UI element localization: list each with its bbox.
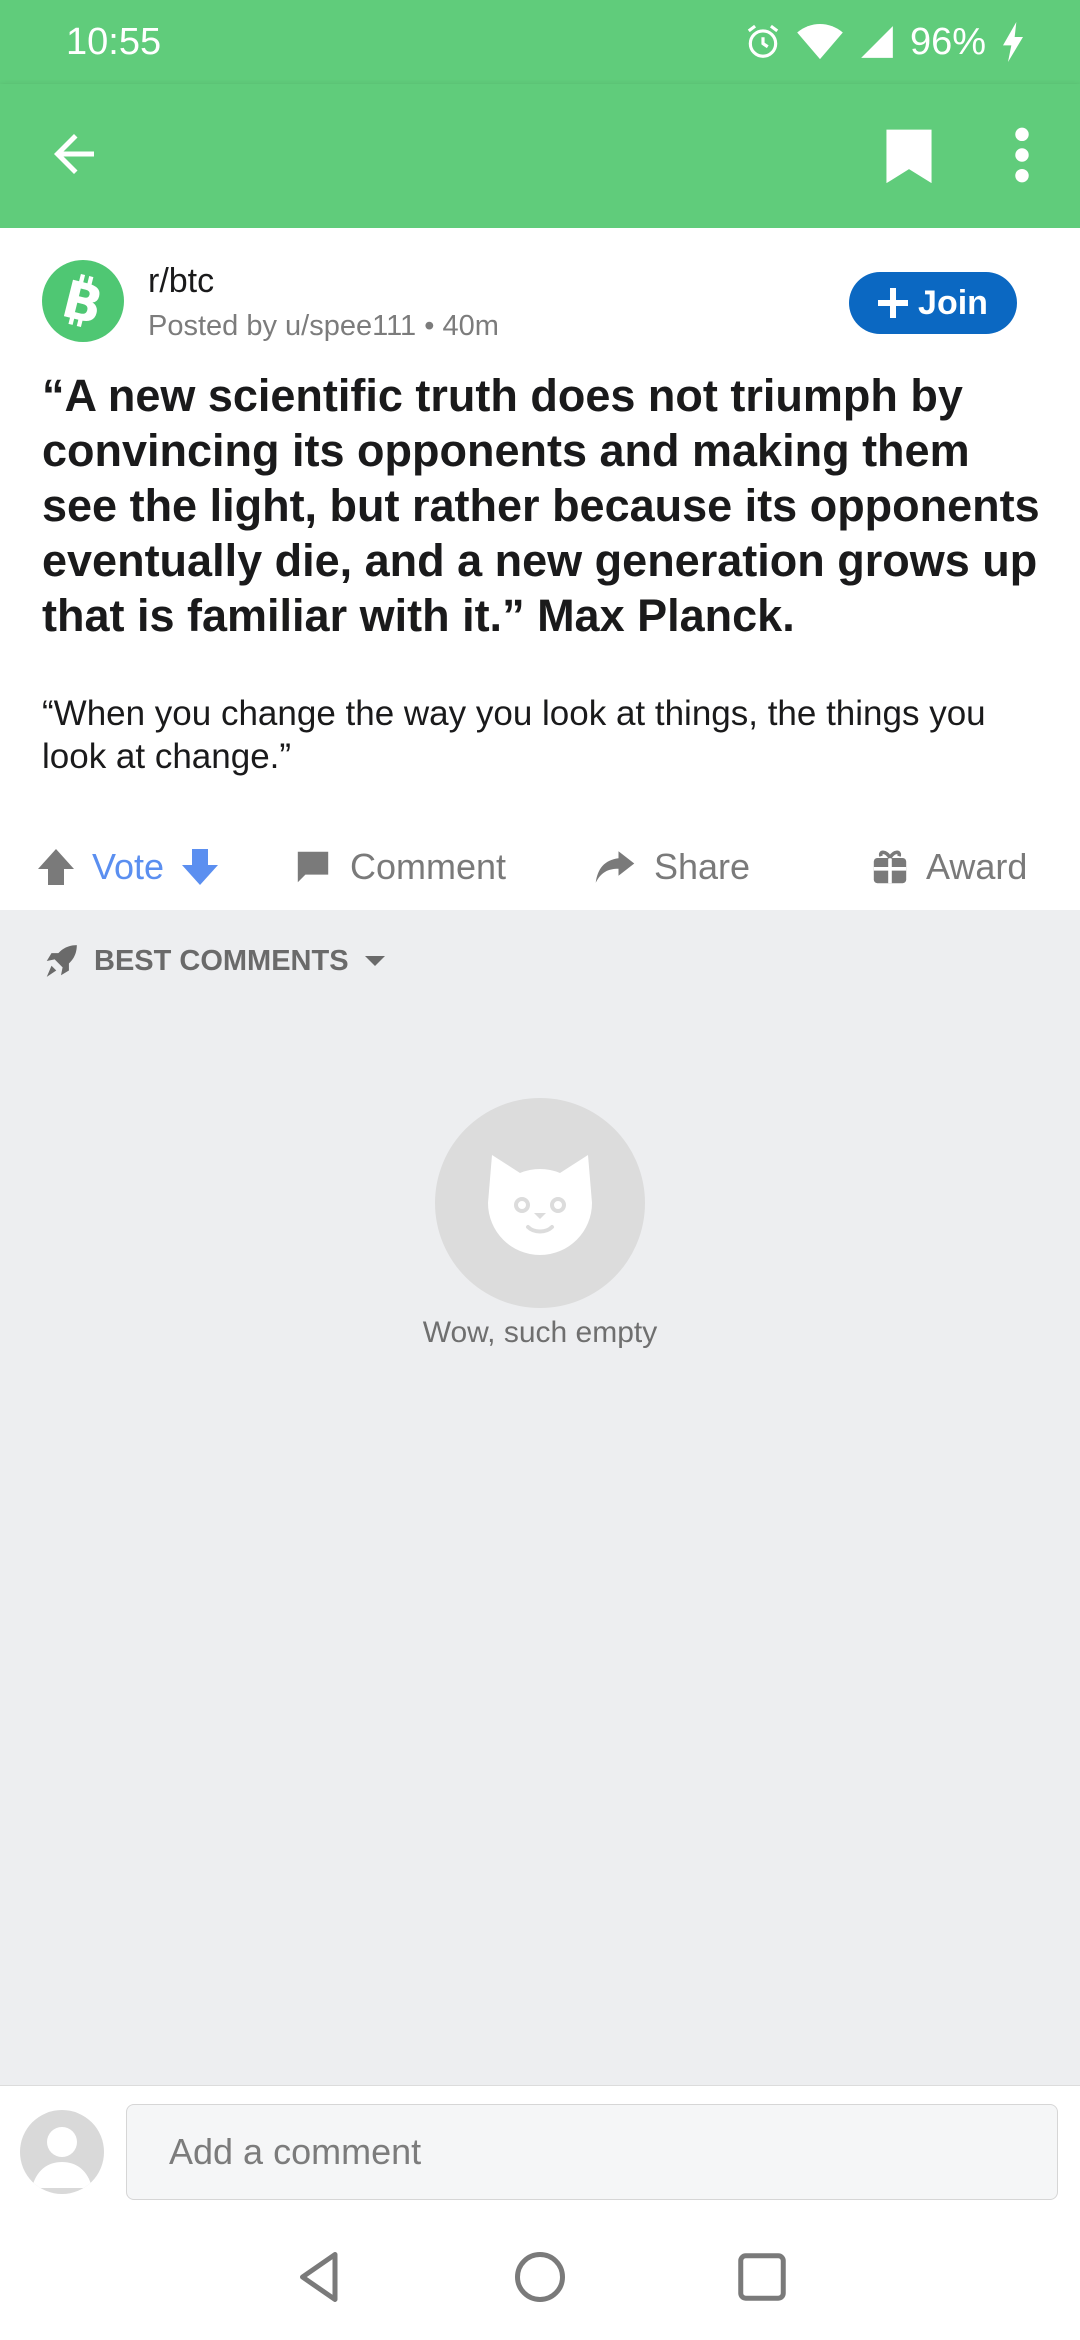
plus-icon bbox=[878, 288, 909, 318]
more-vert-icon[interactable] bbox=[1002, 124, 1042, 186]
vote-label: Vote bbox=[92, 846, 165, 887]
bitcoin-icon: B bbox=[56, 271, 109, 331]
user-silhouette-icon bbox=[32, 2127, 92, 2188]
share-button[interactable]: Share bbox=[594, 824, 750, 910]
app-bar bbox=[0, 84, 1080, 228]
chevron-down-icon bbox=[364, 956, 385, 966]
wifi-icon bbox=[797, 23, 843, 60]
cat-face-icon bbox=[488, 1155, 592, 1255]
join-label: Join bbox=[918, 283, 988, 322]
comment-label: Comment bbox=[350, 846, 507, 887]
vote-group: Vote bbox=[36, 824, 220, 910]
award-gift-icon bbox=[873, 850, 907, 884]
user-avatar[interactable] bbox=[20, 2110, 104, 2194]
empty-state: Wow, such empty bbox=[0, 1098, 1080, 1350]
join-button[interactable]: Join bbox=[849, 272, 1017, 334]
status-time: 10:55 bbox=[66, 20, 162, 63]
post-meta: Posted by u/spee111 • 40m bbox=[148, 310, 499, 342]
post-body: “When you change the way you look at thi… bbox=[42, 694, 986, 776]
subreddit-name[interactable]: r/btc bbox=[148, 262, 214, 301]
award-button[interactable]: Award bbox=[872, 824, 1027, 910]
signal-icon bbox=[861, 26, 893, 58]
nav-back-icon[interactable] bbox=[290, 2247, 350, 2307]
share-icon bbox=[595, 851, 635, 883]
downvote-icon[interactable] bbox=[180, 847, 220, 887]
nav-home-icon[interactable] bbox=[510, 2247, 570, 2307]
nav-recents-icon[interactable] bbox=[732, 2247, 792, 2307]
subreddit-avatar[interactable]: B bbox=[42, 260, 124, 342]
comment-sort-dropdown[interactable]: BEST COMMENTS bbox=[42, 942, 387, 980]
alarm-icon bbox=[747, 24, 779, 58]
upvote-icon[interactable] bbox=[36, 847, 76, 887]
post-title: “A new scientific truth does not triumph… bbox=[42, 370, 1040, 641]
status-icons: 96% bbox=[744, 21, 1026, 64]
comments-section: BEST COMMENTS Wow, such empty bbox=[0, 910, 1080, 2085]
battery-percent: 96% bbox=[909, 20, 986, 63]
post-card: B r/btc Posted by u/spee111 • 40m Join “… bbox=[0, 228, 1080, 910]
post-actions: Vote Comment Share Award bbox=[0, 824, 1080, 910]
system-nav-bar bbox=[0, 2215, 1080, 2340]
share-label: Share bbox=[654, 846, 751, 887]
charging-icon bbox=[1003, 22, 1023, 62]
back-arrow-icon[interactable] bbox=[44, 124, 104, 184]
bookmark-icon[interactable] bbox=[880, 124, 938, 186]
comment-button[interactable]: Comment bbox=[294, 824, 506, 910]
comment-composer-bar: Add a comment bbox=[0, 2085, 1080, 2215]
award-label: Award bbox=[926, 846, 1028, 887]
add-comment-input[interactable]: Add a comment bbox=[126, 2104, 1058, 2200]
empty-state-text: Wow, such empty bbox=[422, 1316, 658, 1349]
status-bar: 10:55 96% bbox=[0, 0, 1080, 84]
sort-label: BEST COMMENTS bbox=[94, 944, 349, 977]
comment-icon bbox=[297, 851, 329, 883]
post-detail-screen: 10:55 96% B r/btc Posted by u/spee111 • … bbox=[0, 0, 1080, 2340]
rocket-icon bbox=[46, 945, 77, 977]
empty-state-illustration bbox=[435, 1098, 645, 1308]
